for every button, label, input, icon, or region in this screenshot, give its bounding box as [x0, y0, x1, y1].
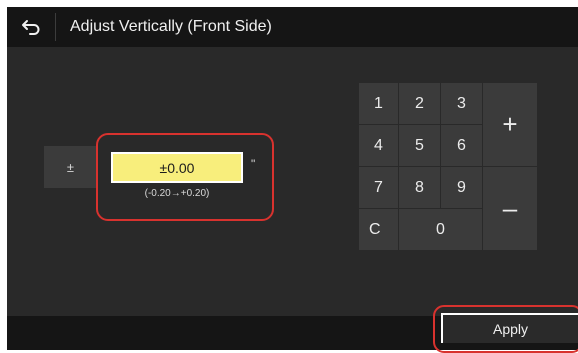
key-7[interactable]: 7 [359, 167, 398, 208]
key-6[interactable]: 6 [441, 125, 482, 166]
key-9[interactable]: 9 [441, 167, 482, 208]
minus-button[interactable]: – [483, 167, 537, 250]
key-8[interactable]: 8 [399, 167, 440, 208]
range-label: (-0.20→+0.20) [144, 188, 210, 199]
key-5[interactable]: 5 [399, 125, 440, 166]
title-bar: Adjust Vertically (Front Side) [7, 7, 578, 47]
key-4[interactable]: 4 [359, 125, 398, 166]
key-2[interactable]: 2 [399, 83, 440, 124]
key-clear[interactable]: C [359, 209, 398, 250]
page-title: Adjust Vertically (Front Side) [70, 18, 272, 35]
apply-button[interactable]: Apply [441, 313, 578, 343]
plus-button[interactable]: + [483, 83, 537, 166]
unit-label: " [251, 157, 256, 171]
back-arrow-icon [22, 20, 40, 35]
back-button[interactable] [7, 7, 55, 47]
screen: Adjust Vertically (Front Side) ± ±0.00 "… [7, 7, 578, 350]
header-divider [55, 13, 56, 41]
key-0[interactable]: 0 [399, 209, 482, 250]
key-1[interactable]: 1 [359, 83, 398, 124]
key-3[interactable]: 3 [441, 83, 482, 124]
adjustment-value-field[interactable]: ±0.00 [111, 152, 243, 183]
sign-toggle-button[interactable]: ± [44, 146, 97, 188]
